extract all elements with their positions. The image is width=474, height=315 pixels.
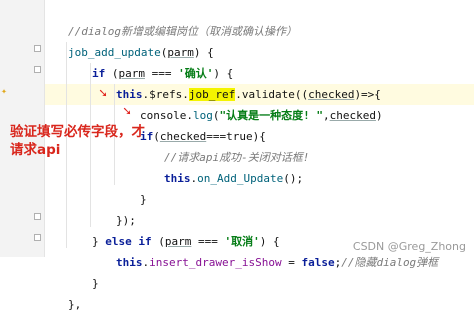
code-line[interactable]: //请求api成功-关闭对话框! xyxy=(164,147,309,168)
code-token: job_ref xyxy=(188,88,236,101)
code-token: on_Add_Update xyxy=(197,172,284,185)
code-line[interactable]: this.$refs.job_ref.validate((checked)=>{ xyxy=(116,84,381,105)
code-token: } xyxy=(92,235,106,248)
code-token: false xyxy=(301,256,335,269)
code-token: "认真是一种态度! " xyxy=(219,109,323,122)
code-token: parm xyxy=(118,67,146,80)
code-token: (); xyxy=(283,172,304,185)
code-token: log xyxy=(192,109,213,122)
code-token: ) xyxy=(375,109,383,122)
code-token: this xyxy=(116,88,143,101)
code-line[interactable]: } xyxy=(140,189,147,210)
code-token: console. xyxy=(140,109,193,122)
red-arrow-icon: ➘ xyxy=(123,104,131,119)
code-token: this xyxy=(116,256,143,269)
code-token: }, xyxy=(68,298,82,311)
code-token: job_add_update xyxy=(68,46,161,59)
code-token: ( xyxy=(105,67,119,80)
code-line[interactable]: }, xyxy=(68,294,81,315)
code-token: if xyxy=(92,67,106,80)
code-token: , xyxy=(322,109,330,122)
red-arrow-icon: ➘ xyxy=(99,86,107,101)
code-token: ( xyxy=(151,235,165,248)
code-line[interactable]: job_add_update(parm) { xyxy=(68,42,214,63)
code-token: else if xyxy=(105,235,152,248)
code-token: checked xyxy=(308,88,355,101)
code-token: .$refs. xyxy=(142,88,189,101)
code-line[interactable]: //dialog新增或编辑岗位（取消或确认操作） xyxy=(68,21,297,42)
code-line[interactable]: this.insert_drawer_isShow = false;//隐藏di… xyxy=(116,252,438,273)
code-line[interactable]: console.log("认真是一种态度! ",checked) xyxy=(140,105,383,126)
code-token: === xyxy=(145,67,179,80)
annotation-text: 验证填写必传字段，才 请求api xyxy=(10,123,170,159)
code-token: ) { xyxy=(193,46,214,59)
code-token: } xyxy=(92,277,99,290)
fold-marker[interactable] xyxy=(34,234,41,241)
code-line[interactable]: }); xyxy=(116,210,136,231)
fold-marker[interactable] xyxy=(34,66,41,73)
code-token: . xyxy=(142,256,150,269)
annotation-line-1: 验证填写必传字段，才 xyxy=(10,124,145,140)
lightbulb-icon[interactable]: ✦ xyxy=(1,86,10,97)
code-token: parm xyxy=(164,235,192,248)
code-line[interactable]: } xyxy=(92,273,99,294)
code-token: '确认' xyxy=(178,67,214,80)
fold-marker[interactable] xyxy=(34,45,41,52)
code-token: checked xyxy=(329,109,376,122)
watermark: CSDN @Greg_Zhong xyxy=(352,240,466,253)
code-token: ===true){ xyxy=(206,130,266,143)
code-token: )=>{ xyxy=(354,88,381,101)
code-token: //dialog新增或编辑岗位（取消或确认操作） xyxy=(68,25,297,38)
fold-marker[interactable] xyxy=(34,213,41,220)
code-token: '取消' xyxy=(224,235,260,248)
code-token: //请求api成功-关闭对话框! xyxy=(164,151,310,164)
code-token: parm xyxy=(167,46,194,59)
code-line[interactable]: } else if (parm === '取消') { xyxy=(92,231,280,252)
code-line[interactable]: if (parm === '确认') { xyxy=(92,63,233,84)
code-token: ) { xyxy=(259,235,280,248)
code-token: insert_drawer_isShow xyxy=(149,256,282,269)
code-token: .validate(( xyxy=(235,88,309,101)
code-token: ) { xyxy=(213,67,234,80)
code-token: this xyxy=(164,172,191,185)
code-token: //隐藏dialog弹框 xyxy=(341,256,439,269)
code-token: ; xyxy=(334,256,342,269)
code-token: } xyxy=(140,193,147,206)
annotation-line-2: 请求api xyxy=(10,142,61,158)
code-token: }); xyxy=(116,214,136,227)
code-token: === xyxy=(191,235,225,248)
code-token: = xyxy=(281,256,302,269)
code-line[interactable]: this.on_Add_Update(); xyxy=(164,168,303,189)
